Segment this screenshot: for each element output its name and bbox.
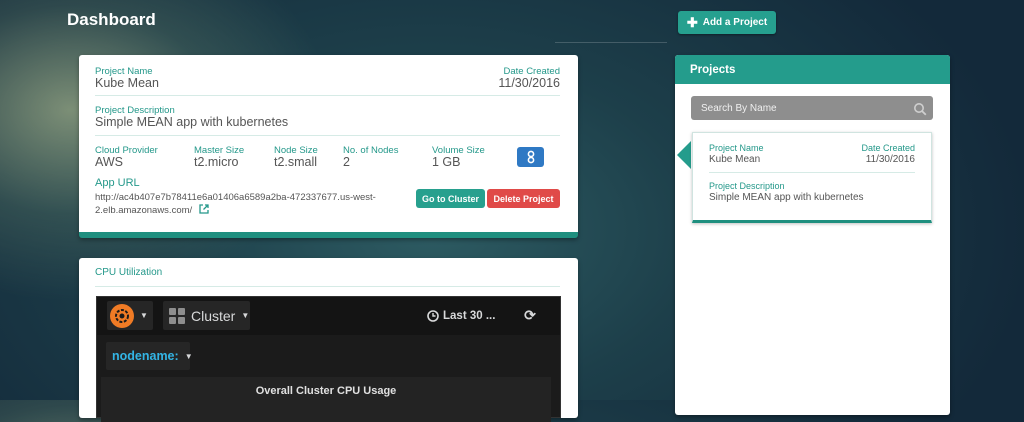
grafana-topbar: ▼ Cluster ▼ Last 30 ... ⟳ — [97, 297, 560, 335]
project-name-label: Project Name — [709, 143, 764, 153]
kubernetes-icon — [527, 150, 534, 164]
caret-down-icon: ▼ — [184, 351, 193, 361]
app-url-label: App URL — [95, 177, 140, 189]
project-description: Simple MEAN app with kubernetes — [95, 115, 289, 129]
cloud-provider: AWS — [95, 155, 124, 169]
divider — [95, 286, 560, 287]
panel-title: Overall Cluster CPU Usage — [255, 385, 397, 397]
dashboard-name: Cluster — [191, 307, 236, 324]
search-input[interactable] — [691, 96, 933, 120]
node-size: t2.small — [274, 155, 318, 169]
time-range: Last 30 ... — [443, 309, 496, 322]
grafana-logo-icon — [110, 303, 134, 328]
page-title: Dashboard — [67, 10, 156, 29]
divider — [95, 135, 560, 136]
external-link-icon[interactable] — [199, 204, 209, 214]
divider — [95, 95, 560, 96]
caret-down-icon: ▼ — [241, 311, 250, 320]
selected-pointer — [677, 141, 691, 169]
project-description: Simple MEAN app with kubernetes — [709, 192, 864, 203]
caret-down-icon: ▼ — [140, 311, 148, 320]
refresh-button[interactable]: ⟳ — [513, 301, 547, 330]
volume-size: 1 GB — [432, 155, 461, 169]
grid-icon — [169, 307, 185, 324]
variable-label: nodename: — [112, 349, 179, 363]
divider — [709, 172, 915, 173]
dashboard-picker[interactable]: Cluster ▼ — [163, 301, 250, 330]
date-created-label: Date Created — [861, 143, 915, 153]
project-name: Kube Mean — [709, 154, 761, 165]
header-divider — [555, 42, 667, 43]
project-description-label: Project Description — [709, 181, 785, 191]
search-icon — [914, 103, 927, 116]
time-range-picker[interactable]: Last 30 ... — [427, 301, 509, 330]
add-project-label: Add a Project — [702, 17, 768, 28]
date-created: 11/30/2016 — [498, 76, 560, 90]
plus-icon: ✚ — [686, 14, 698, 30]
go-to-cluster-button[interactable]: Go to Cluster — [416, 189, 485, 208]
refresh-icon: ⟳ — [524, 307, 536, 323]
nodename-variable[interactable]: nodename: ▼ — [106, 342, 193, 370]
nodes-count: 2 — [343, 155, 350, 169]
delete-project-button[interactable]: Delete Project — [487, 189, 560, 208]
cpu-utilization-card: CPU Utilization ▼ Cluster ▼ Last 30 ... … — [79, 258, 578, 422]
kubernetes-button[interactable] — [517, 147, 544, 167]
projects-sidebar: Projects Project Name Kube Mean Date Cre… — [675, 55, 950, 415]
master-size: t2.micro — [194, 155, 239, 169]
clock-icon — [427, 309, 439, 322]
project-detail-card: Project Name Kube Mean Date Created 11/3… — [79, 55, 578, 238]
nodes-label: No. of Nodes — [343, 145, 399, 156]
grafana-menu-button[interactable]: ▼ — [107, 301, 153, 330]
add-project-button[interactable]: ✚ Add a Project — [678, 11, 776, 34]
project-name: Kube Mean — [95, 76, 159, 90]
cpu-utilization-title: CPU Utilization — [95, 267, 163, 278]
app-url-link[interactable]: http://ac4b407e7b78411e6a01406a6589a2ba-… — [95, 191, 395, 217]
app-url[interactable]: http://ac4b407e7b78411e6a01406a6589a2ba-… — [95, 192, 376, 216]
list-item[interactable]: Project Name Kube Mean Date Created 11/3… — [692, 132, 932, 223]
sidebar-title: Projects — [675, 55, 950, 84]
date-created: 11/30/2016 — [865, 154, 915, 165]
